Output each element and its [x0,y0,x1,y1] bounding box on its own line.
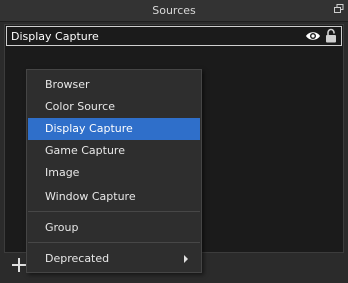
menu-item-browser[interactable]: Browser [28,74,200,96]
menu-item-image[interactable]: Image [28,162,200,184]
source-name: Display Capture [11,30,99,43]
lock-icon[interactable] [325,28,337,43]
menu-item-window-capture[interactable]: Window Capture [28,186,200,208]
add-source-menu: Browser Color Source Display Capture Gam… [26,69,202,273]
source-item-display-capture[interactable]: Display Capture [6,26,342,46]
sources-dock-titlebar: Sources [0,0,348,22]
menu-item-deprecated[interactable]: Deprecated [28,248,200,270]
menu-item-group[interactable]: Group [28,217,200,239]
eye-icon[interactable] [305,29,321,43]
menu-item-deprecated-label: Deprecated [45,252,110,265]
float-dock-icon[interactable] [334,4,344,14]
menu-item-display-capture[interactable]: Display Capture [28,118,200,140]
dock-title: Sources [152,4,196,17]
menu-separator [28,211,200,212]
menu-separator [28,242,200,243]
chevron-right-icon [184,255,188,263]
menu-item-game-capture[interactable]: Game Capture [28,140,200,162]
menu-item-color-source[interactable]: Color Source [28,96,200,118]
